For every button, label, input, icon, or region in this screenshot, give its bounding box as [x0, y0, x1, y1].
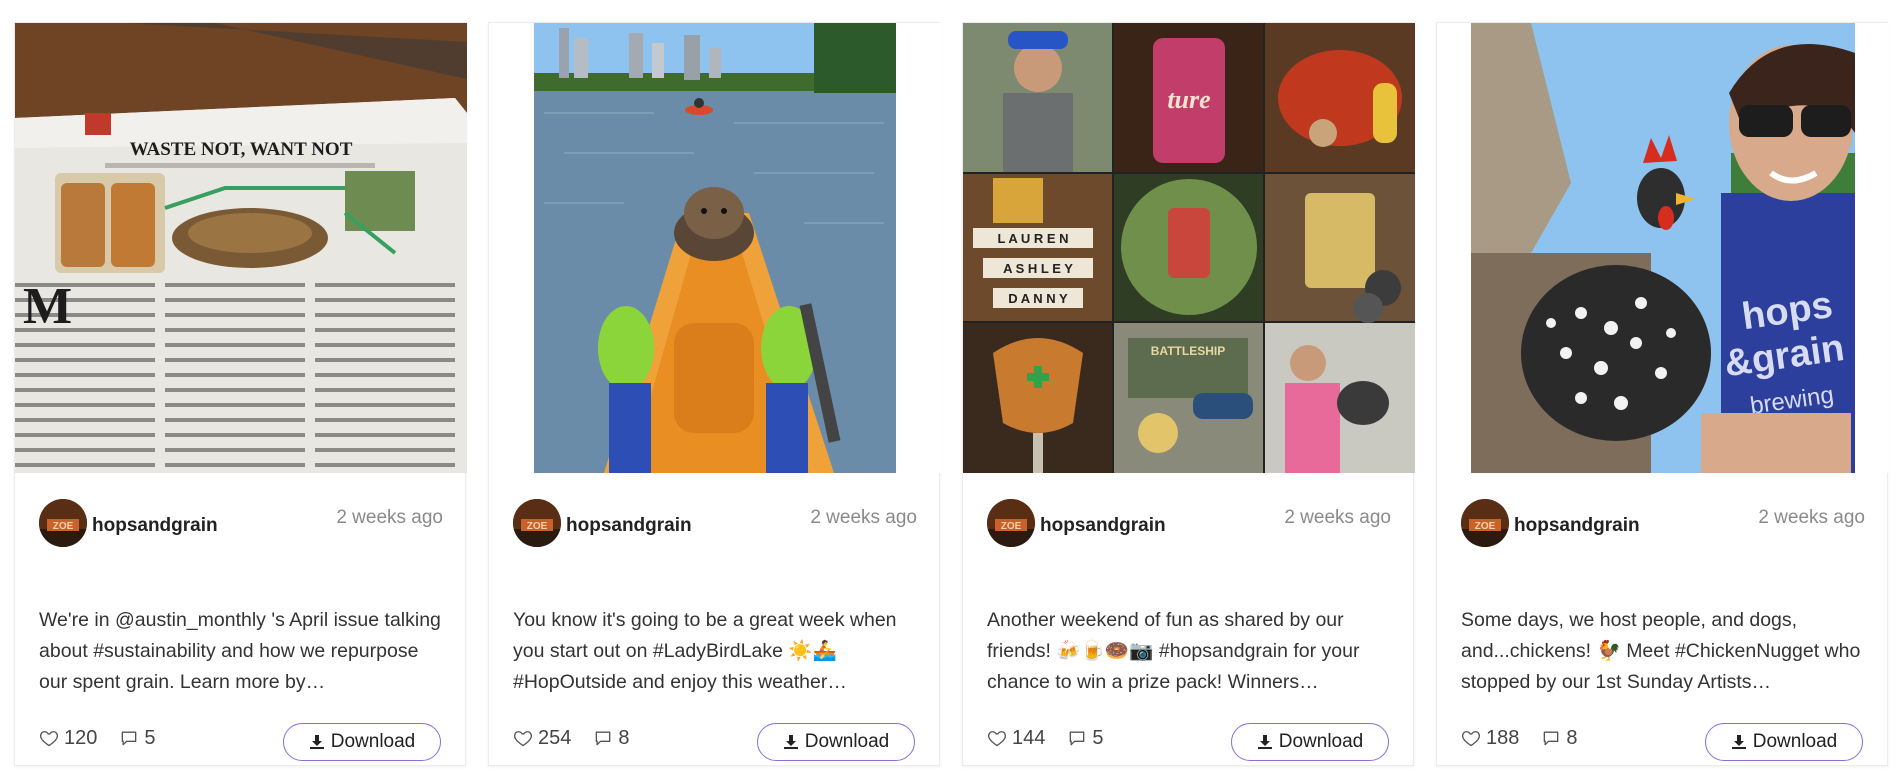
download-button[interactable]: Download [1231, 723, 1389, 761]
post-time: 2 weeks ago [1284, 507, 1391, 528]
avatar[interactable]: ZOE [513, 499, 561, 547]
download-label: Download [1278, 731, 1364, 752]
avatar[interactable]: ZOE [39, 499, 87, 547]
post-time: 2 weeks ago [1758, 507, 1865, 528]
download-icon [783, 735, 798, 749]
svg-text:A S H L E Y: A S H L E Y [1003, 261, 1073, 276]
post-caption: Some days, we host people, and dogs, and… [1461, 609, 1861, 693]
comments-count: 8 [1541, 726, 1578, 750]
heart-icon [1462, 731, 1480, 747]
post-card[interactable]: ture L A U R E N A S H L E Y D A N N Y B… [962, 22, 1415, 766]
username[interactable]: hopsandgrain [566, 515, 692, 537]
post-meta: ZOE hopsandgrain 2 weeks ago [39, 495, 443, 559]
comments-count: 8 [593, 726, 630, 750]
comments-value: 8 [1566, 726, 1578, 749]
download-button[interactable]: Download [757, 723, 915, 761]
post-meta: ZOE hopsandgrain 2 weeks ago [1461, 495, 1865, 559]
post-image[interactable]: ture L A U R E N A S H L E Y D A N N Y B… [963, 23, 1415, 473]
comments-value: 5 [1092, 726, 1104, 749]
download-button[interactable]: Download [1705, 723, 1863, 761]
post-stats: 144 5 [987, 723, 1126, 753]
likes-count: 120 [39, 727, 97, 750]
svg-text:ZOE: ZOE [1475, 521, 1496, 532]
post-image[interactable]: WASTE NOT, WANT NOT M [15, 23, 467, 473]
download-icon [1257, 735, 1272, 749]
post-meta: ZOE hopsandgrain 2 weeks ago [513, 495, 917, 559]
download-button[interactable]: Download [283, 723, 441, 761]
download-icon [1731, 735, 1746, 749]
post-card[interactable]: WASTE NOT, WANT NOT M ZOE hopsandgrain 2… [14, 22, 467, 766]
download-label: Download [330, 731, 416, 752]
comments-value: 8 [618, 726, 630, 749]
svg-text:ZOE: ZOE [53, 521, 74, 532]
post-meta: ZOE hopsandgrain 2 weeks ago [987, 495, 1391, 559]
post-stats: 120 5 [39, 723, 178, 753]
likes-count: 144 [987, 727, 1045, 750]
svg-text:ZOE: ZOE [527, 521, 548, 532]
svg-text:D A N N Y: D A N N Y [1008, 291, 1068, 306]
likes-value: 188 [1486, 726, 1520, 749]
post-time: 2 weeks ago [810, 507, 917, 528]
heart-icon [988, 731, 1006, 747]
download-label: Download [804, 731, 890, 752]
svg-text:M: M [23, 278, 72, 335]
post-card[interactable]: ZOE hopsandgrain 2 weeks ago You know it… [488, 22, 941, 766]
comment-icon [122, 731, 137, 746]
comment-icon [1070, 731, 1085, 746]
post-image[interactable] [489, 23, 941, 473]
avatar[interactable]: ZOE [1461, 499, 1509, 547]
comments-count: 5 [119, 726, 156, 750]
username[interactable]: hopsandgrain [92, 515, 218, 537]
svg-text:ZOE: ZOE [1001, 521, 1022, 532]
username[interactable]: hopsandgrain [1040, 515, 1166, 537]
post-grid: WASTE NOT, WANT NOT M ZOE hopsandgrain 2… [14, 22, 1890, 766]
likes-count: 188 [1461, 727, 1519, 750]
username[interactable]: hopsandgrain [1514, 515, 1640, 537]
heart-icon [40, 731, 58, 747]
magazine-headline: WASTE NOT, WANT NOT [130, 139, 353, 160]
post-stats: 188 8 [1461, 723, 1600, 753]
download-label: Download [1752, 731, 1838, 752]
comments-value: 5 [144, 726, 156, 749]
svg-text:ture: ture [1167, 85, 1210, 114]
post-time: 2 weeks ago [336, 507, 443, 528]
likes-value: 144 [1012, 726, 1046, 749]
comment-icon [596, 731, 611, 746]
svg-text:L A U R E N: L A U R E N [997, 231, 1068, 246]
likes-count: 254 [513, 727, 571, 750]
download-icon [309, 735, 324, 749]
avatar[interactable]: ZOE [987, 499, 1035, 547]
post-card[interactable]: hops &grain brewing ZOE hopsandgrain 2 w… [1436, 22, 1889, 766]
post-caption: Another weekend of fun as shared by our … [987, 609, 1360, 693]
comment-icon [1544, 731, 1559, 746]
likes-value: 254 [538, 726, 572, 749]
post-caption: You know it's going to be a great week w… [513, 609, 897, 693]
comments-count: 5 [1067, 726, 1104, 750]
likes-value: 120 [64, 726, 98, 749]
post-image[interactable]: hops &grain brewing [1437, 23, 1889, 473]
svg-text:BATTLESHIP: BATTLESHIP [1151, 344, 1225, 358]
heart-icon [514, 731, 532, 747]
post-stats: 254 8 [513, 723, 652, 753]
post-caption: We're in @austin_monthly 's April issue … [39, 609, 441, 693]
